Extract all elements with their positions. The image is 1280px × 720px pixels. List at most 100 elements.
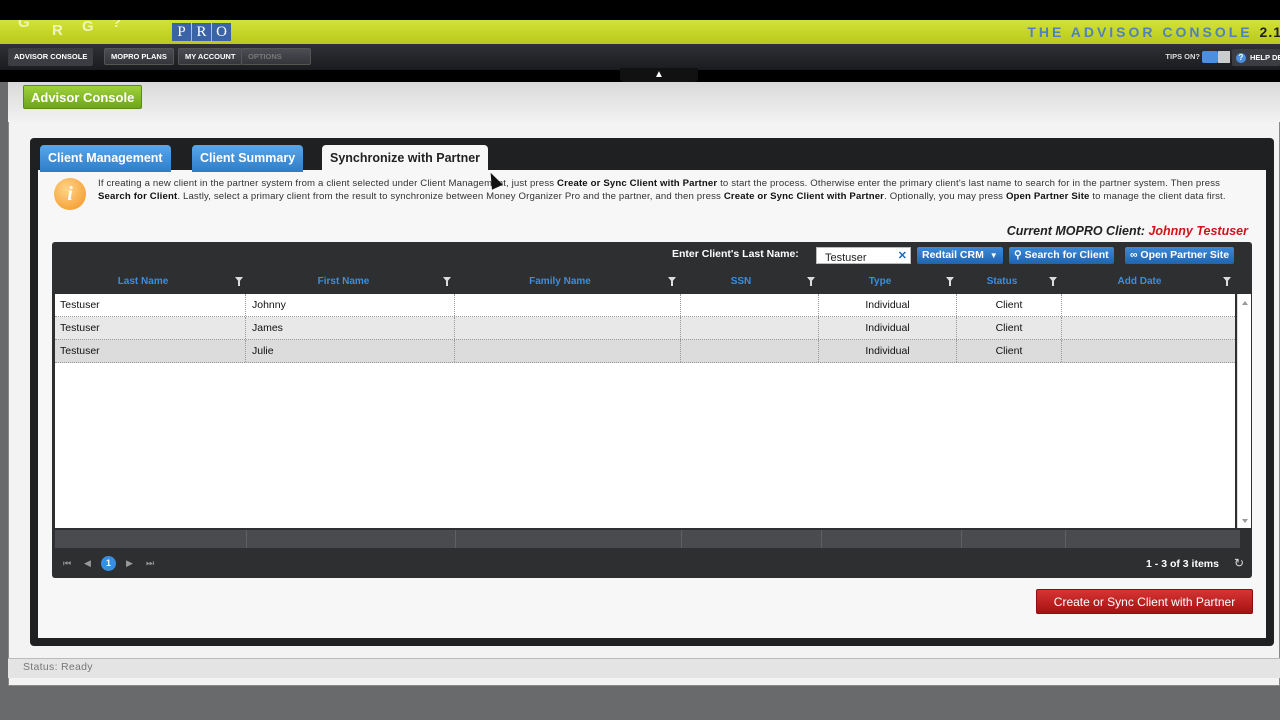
info-text-bold: Create or Sync Client with Partner (723, 190, 885, 202)
last-name-label: Enter Client's Last Name: (672, 248, 799, 260)
advisor-console-button[interactable]: Advisor Console (23, 85, 143, 109)
nav-my-account[interactable]: MY ACCOUNT (178, 48, 243, 65)
nav-options[interactable]: OPTIONS (241, 48, 311, 65)
last-page-icon[interactable]: ⏭ (146, 558, 154, 569)
filter-icon[interactable] (1223, 277, 1231, 286)
col-header-add-date[interactable]: Add Date (1062, 272, 1217, 292)
cell-add-date (1062, 294, 1235, 316)
logo: G R G ? (16, 20, 156, 44)
cell-ssn (681, 340, 819, 362)
tab-synchronize-with-partner[interactable]: Synchronize with Partner (322, 145, 489, 174)
help-label: HELP DE (1250, 53, 1280, 62)
filter-icon[interactable] (235, 277, 243, 286)
current-client-name: Johnny Testuser (1148, 224, 1248, 238)
crm-dropdown-label: Redtail CRM (922, 249, 984, 261)
filter-icon[interactable] (946, 277, 954, 286)
col-header-family-name[interactable]: Family Name (455, 272, 665, 292)
cell-add-date (1062, 317, 1235, 339)
page-number-button[interactable]: 1 (101, 556, 116, 571)
filter-icon[interactable] (668, 277, 676, 286)
pro-letter: P (172, 23, 191, 41)
version-number: 2.1 (1259, 24, 1280, 40)
link-icon: ∞ (1130, 249, 1138, 261)
nav-mopro-plans[interactable]: MOPRO PLANS (104, 48, 174, 65)
tab-client-summary[interactable]: Client Summary (192, 145, 304, 172)
cell-family-name (455, 294, 681, 316)
filter-icon[interactable] (443, 277, 451, 286)
cell-type: Individual (819, 317, 957, 339)
pro-letter: O (212, 23, 231, 41)
last-name-search-box: ✕ (816, 247, 911, 266)
help-icon: ? (1236, 53, 1246, 63)
prev-page-icon[interactable]: ◀ (84, 558, 91, 569)
info-text-bold: Search for Client (98, 190, 178, 202)
info-text-bold: Create or Sync Client with Partner (557, 178, 718, 189)
logo-letter: ? (112, 20, 122, 31)
info-icon: i (54, 178, 86, 210)
help-button[interactable]: ? HELP DE (1232, 49, 1280, 66)
cell-family-name (455, 317, 681, 339)
open-partner-site-button[interactable]: ∞ Open Partner Site (1125, 247, 1235, 264)
status-bar (8, 658, 1280, 678)
filter-icon[interactable] (1049, 277, 1057, 286)
create-or-sync-client-button[interactable]: Create or Sync Client with Partner (1036, 589, 1253, 614)
next-page-icon[interactable]: ▶ (126, 558, 133, 569)
vertical-scrollbar[interactable] (1237, 294, 1251, 528)
col-header-first-name[interactable]: First Name (246, 272, 441, 292)
info-text-bold: Open Partner Site (1005, 190, 1090, 202)
column-separator (455, 530, 456, 548)
cell-ssn (681, 317, 819, 339)
tab-client-management[interactable]: Client Management (40, 145, 171, 172)
items-count: 1 - 3 of 3 items (1146, 558, 1219, 570)
console-title-text: THE ADVISOR CONSOLE (1027, 24, 1253, 40)
col-header-ssn[interactable]: SSN (681, 272, 801, 292)
cell-type: Individual (819, 340, 957, 362)
tips-toggle[interactable] (1202, 51, 1230, 63)
pro-logo: P R O (172, 23, 231, 41)
table-row[interactable]: Testuser Johnny Individual Client (55, 294, 1235, 317)
cell-first-name: James (246, 317, 455, 339)
column-separator (246, 530, 247, 548)
cell-family-name (455, 340, 681, 362)
table-row[interactable]: Testuser James Individual Client (55, 317, 1235, 340)
cell-status: Client (957, 294, 1062, 316)
scroll-up-icon[interactable] (1242, 301, 1248, 305)
grid-rows: Testuser Johnny Individual Client Testus… (55, 294, 1235, 528)
status-text: Status: Ready (23, 661, 93, 673)
console-title: THE ADVISOR CONSOLE 2.1 (1027, 24, 1280, 40)
open-partner-site-label: Open Partner Site (1140, 249, 1230, 261)
col-header-last-name[interactable]: Last Name (55, 272, 231, 292)
col-header-type[interactable]: Type (820, 272, 940, 292)
cell-ssn (681, 294, 819, 316)
info-text-part: to start the process. Otherwise enter th… (717, 178, 1221, 189)
cell-add-date (1062, 340, 1235, 362)
info-text-part: to manage the client data first. (1089, 190, 1226, 202)
info-text: If creating a new client in the partner … (98, 178, 1248, 203)
nav-advisor-console[interactable]: ADVISOR CONSOLE (8, 48, 94, 66)
chevron-down-icon: ▼ (989, 251, 998, 260)
scroll-down-icon[interactable] (1242, 519, 1248, 523)
first-page-icon[interactable]: ⏮ (63, 558, 71, 569)
cell-last-name: Testuser (55, 294, 246, 316)
column-separator (681, 530, 682, 548)
top-banner: G R G ? P R O THE ADVISOR CONSOLE 2.1 (0, 20, 1280, 44)
cell-first-name: Julie (246, 340, 455, 362)
collapse-handle[interactable]: ▲ (620, 68, 698, 82)
info-text-part: . Optionally, you may press (884, 190, 1006, 202)
logo-letter: R (52, 22, 63, 39)
logo-letter: G (18, 20, 30, 31)
tips-label: TIPS ON? (1165, 52, 1200, 61)
filter-icon[interactable] (807, 277, 815, 286)
crm-dropdown[interactable]: Redtail CRM ▼ (917, 247, 1003, 264)
column-separator (821, 530, 822, 548)
search-for-client-button[interactable]: ⚲ Search for Client (1009, 247, 1114, 264)
col-header-status[interactable]: Status (958, 272, 1046, 292)
last-name-input[interactable] (817, 250, 892, 266)
table-row[interactable]: Testuser Julie Individual Client (55, 340, 1235, 363)
refresh-icon[interactable]: ↻ (1234, 556, 1244, 570)
column-separator (1065, 530, 1066, 548)
header-strip (8, 82, 1280, 122)
cell-first-name: Johnny (246, 294, 455, 316)
clear-icon[interactable]: ✕ (898, 249, 907, 262)
cell-status: Client (957, 340, 1062, 362)
